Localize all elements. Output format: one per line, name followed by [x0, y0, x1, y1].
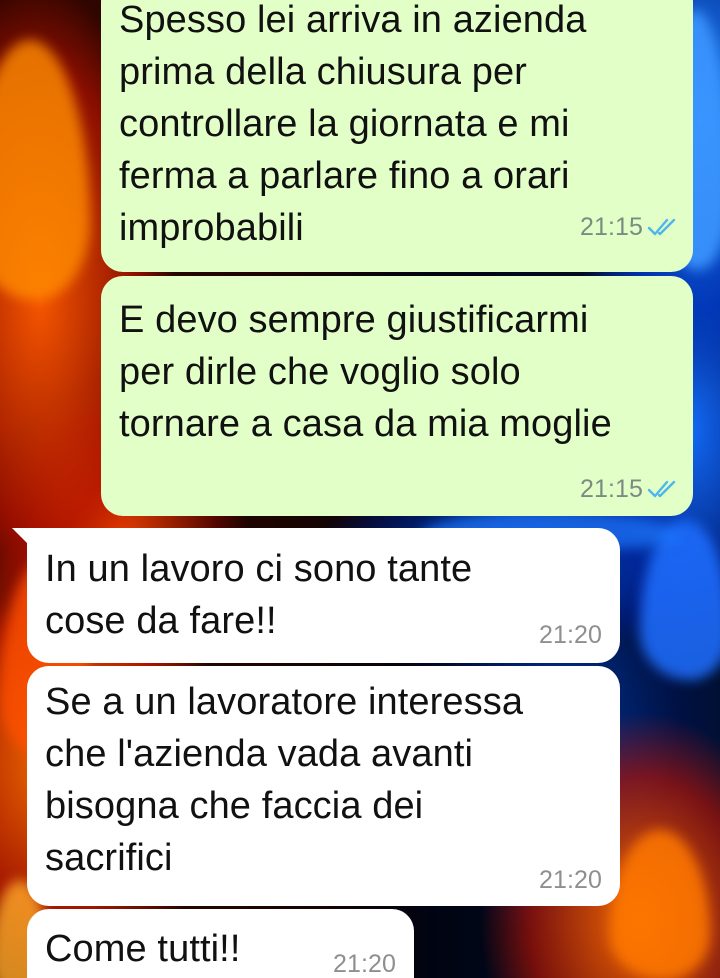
outgoing-message[interactable]: E devo sempre giustificarmi per dirle ch…: [101, 276, 693, 516]
message-meta: 21:20: [333, 949, 396, 978]
message-meta: 21:15: [580, 474, 679, 504]
flame-decoration: [610, 830, 710, 978]
message-meta: 21:15: [580, 212, 679, 242]
message-time: 21:20: [538, 621, 602, 649]
message-time: 21:15: [579, 475, 643, 503]
message-text: Spesso lei arriva in azienda prima della…: [119, 0, 587, 249]
message-text: Se a un lavoratore interessa che l'azien…: [45, 681, 524, 879]
message-time: 21:20: [332, 950, 396, 978]
message-meta: 21:20: [539, 620, 602, 650]
message-time: 21:15: [579, 213, 643, 241]
message-time: 21:20: [538, 866, 602, 894]
outgoing-message[interactable]: Spesso lei arriva in azienda prima della…: [101, 0, 693, 272]
incoming-message[interactable]: Come tutti!! 21:20: [27, 909, 414, 978]
flame-decoration: [0, 40, 90, 300]
message-meta: 21:20: [539, 865, 602, 895]
double-check-icon: [647, 218, 676, 236]
message-text: E devo sempre giustificarmi per dirle ch…: [119, 299, 612, 445]
message-text: Come tutti!!: [45, 928, 241, 970]
incoming-message[interactable]: Se a un lavoratore interessa che l'azien…: [27, 666, 620, 906]
message-text: In un lavoro ci sono tante cose da fare!…: [45, 548, 473, 642]
double-check-icon: [647, 480, 676, 498]
incoming-message[interactable]: In un lavoro ci sono tante cose da fare!…: [27, 528, 620, 663]
